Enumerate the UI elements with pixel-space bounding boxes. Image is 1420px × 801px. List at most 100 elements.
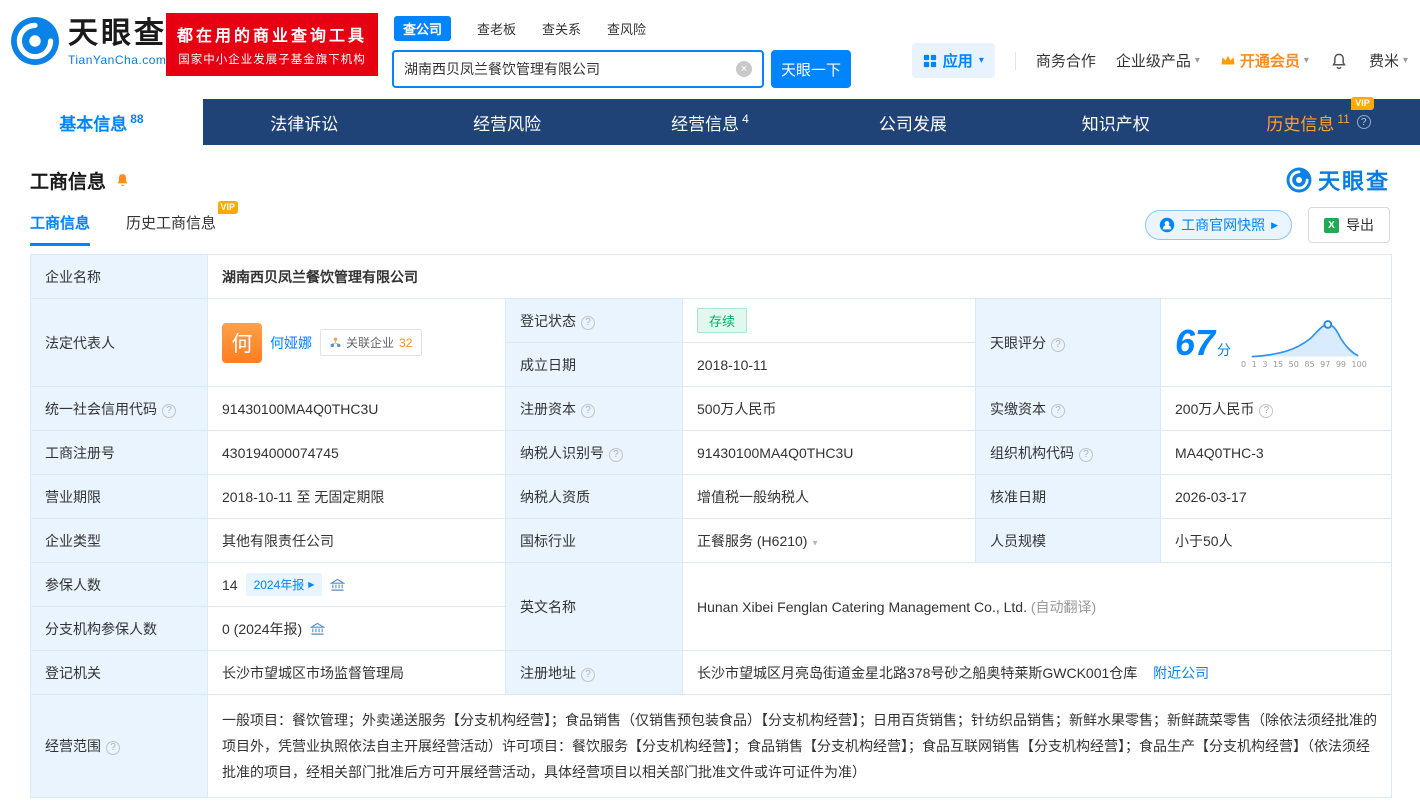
tab-intellectual-property[interactable]: 知识产权: [1014, 99, 1217, 145]
table-row: 营业期限 2018-10-11 至 无固定期限 纳税人资质 增值税一般纳税人 核…: [30, 474, 1392, 519]
official-snapshot-button[interactable]: 工商官网快照 ▶: [1145, 210, 1292, 240]
table-row: 统一社会信用代码? 91430100MA4Q0THC3U 注册资本? 500万人…: [30, 386, 1392, 431]
caret-down-icon: ▾: [978, 55, 984, 66]
crown-icon: [1221, 55, 1235, 65]
menu-open-vip[interactable]: 开通会员 ▾: [1220, 50, 1309, 71]
tab-business-info[interactable]: 经营信息 4: [609, 99, 812, 145]
approve-date-value: 2026-03-17: [1160, 474, 1392, 519]
reg-address-value: 长沙市望城区月亮岛街道金星北路378号砂之船奥特莱斯GWCK001仓库 附近公司: [682, 650, 1392, 695]
legal-rep-avatar[interactable]: 何: [222, 322, 262, 363]
help-icon[interactable]: ?: [162, 403, 176, 418]
tab-basic-info[interactable]: 基本信息 88: [0, 99, 203, 145]
tab-company-development[interactable]: 公司发展: [811, 99, 1014, 145]
caret-down-icon: ▾: [1303, 55, 1309, 66]
nearby-companies-link[interactable]: 附近公司: [1153, 665, 1209, 681]
search-tab-company[interactable]: 查公司: [394, 16, 452, 41]
paid-capital-value: 200万人民币?: [1160, 386, 1392, 431]
annual-report-tag[interactable]: 2024年报 ▶: [245, 573, 323, 596]
help-icon[interactable]: ?: [581, 403, 595, 418]
reg-status-label: 登记状态?: [505, 298, 683, 343]
reg-capital-label: 注册资本?: [505, 386, 683, 431]
legal-rep-cell: 何 何娅娜 关联企业 32: [207, 298, 506, 387]
insured-compare-icon[interactable]: [330, 578, 346, 592]
score-cell: 67 分 0 1 3 15 50 85 97 99 100: [1160, 298, 1392, 387]
legal-rep-label: 法定代表人: [30, 298, 208, 387]
watermark-logo: 天眼查: [1286, 164, 1390, 196]
org-code-value: MA4Q0THC-3: [1160, 430, 1392, 475]
subscribe-bell-icon[interactable]: [114, 172, 131, 189]
table-row: 法定代表人 何 何娅娜 关联企业 32 登记状态? 存续 天眼评分? 67分: [30, 298, 1392, 387]
search-button[interactable]: 天眼一下: [771, 50, 851, 88]
apps-grid-icon: [923, 54, 936, 67]
help-icon[interactable]: ?: [581, 315, 595, 330]
paid-capital-label: 实缴资本?: [975, 386, 1161, 431]
apps-menu[interactable]: 应用 ▾: [911, 43, 995, 78]
industry-label: 国标行业: [505, 518, 683, 563]
brand-domain: TianYanCha.com: [68, 53, 167, 67]
search-box: ×: [392, 50, 764, 88]
help-icon[interactable]: ?: [1051, 403, 1065, 418]
search-tab-relation[interactable]: 查关系: [542, 19, 581, 38]
score-axis-labels: 0 1 3 15 50 85 97 99 100: [1241, 360, 1367, 369]
insured-compare-icon[interactable]: [310, 622, 326, 636]
taxpayer-quality-value: 增值税一般纳税人: [682, 474, 976, 519]
table-row: 参保人数 14 2024年报 ▶ 英文名称 Hunan Xibei Fengla…: [30, 562, 1392, 651]
user-menu[interactable]: 费米 ▾: [1369, 50, 1408, 71]
table-row: 经营范围? 一般项目：餐饮管理；外卖递送服务【分支机构经营】；食品销售（仅销售预…: [30, 694, 1392, 798]
org-chart-icon: [330, 337, 341, 348]
vip-badge: VIP: [217, 201, 239, 214]
tianyancha-logo-icon: [1286, 167, 1312, 193]
help-icon[interactable]: ?: [106, 741, 120, 755]
tianyancha-logo[interactable]: 天眼查 TianYanCha.com: [10, 16, 167, 67]
staff-size-value: 小于50人: [1160, 518, 1392, 563]
reg-status-value: 存续: [682, 298, 976, 343]
reg-capital-value: 500万人民币: [682, 386, 976, 431]
business-term-label: 营业期限: [30, 474, 208, 519]
badge-person-icon: [1159, 217, 1175, 233]
business-info-table: 企业名称 湖南西贝凤兰餐饮管理有限公司 法定代表人 何 何娅娜 关联企业 32 …: [30, 254, 1392, 798]
legal-rep-name-link[interactable]: 何娅娜: [270, 333, 312, 353]
taxpayer-id-label: 纳税人识别号?: [505, 430, 683, 475]
tab-business-risk[interactable]: 经营风险: [406, 99, 609, 145]
english-name-value: Hunan Xibei Fenglan Catering Management …: [682, 562, 1392, 651]
credit-code-value: 91430100MA4Q0THC3U: [207, 386, 506, 431]
arrow-right-icon: ▶: [308, 580, 315, 589]
reg-address-label: 注册地址?: [505, 650, 683, 695]
menu-divider: [1014, 51, 1016, 70]
tab-legal-proceedings[interactable]: 法律诉讼: [203, 99, 406, 145]
top-menu: 应用 ▾ 商务合作 企业级产品 ▾ 开通会员 ▾ 费米 ▾: [911, 43, 1408, 78]
notification-bell-icon[interactable]: [1329, 51, 1349, 71]
score-curve-chart: 0 1 3 15 50 85 97 99 100: [1241, 316, 1369, 369]
search-tab-boss[interactable]: 查老板: [477, 19, 516, 38]
search-tabs: 查公司 查老板 查关系 查风险: [394, 16, 851, 41]
related-companies-tag[interactable]: 关联企业 32: [320, 329, 423, 356]
reg-authority-label: 登记机关: [30, 650, 208, 695]
search-tab-risk[interactable]: 查风险: [607, 19, 646, 38]
org-code-label: 组织机构代码?: [975, 430, 1161, 475]
excel-icon: X: [1324, 217, 1339, 233]
industry-value[interactable]: 正餐服务 (H6210) ▾: [682, 518, 976, 563]
branch-insured-label: 分支机构参保人数: [30, 606, 208, 651]
help-icon[interactable]: ?: [581, 667, 595, 682]
section-title: 工商信息: [30, 171, 107, 193]
menu-business-cooperation[interactable]: 商务合作: [1036, 50, 1096, 71]
score-value: 67: [1175, 321, 1216, 363]
subtab-history-business-info[interactable]: 历史工商信息 VIP: [126, 201, 239, 246]
search-input[interactable]: [404, 61, 736, 77]
help-icon[interactable]: ?: [609, 447, 623, 462]
insured-count-label: 参保人数: [30, 562, 208, 607]
subtab-business-info[interactable]: 工商信息: [30, 212, 91, 246]
english-name-label: 英文名称: [505, 562, 683, 651]
help-icon[interactable]: ?: [1356, 115, 1371, 129]
taxpayer-id-value: 91430100MA4Q0THC3U: [682, 430, 976, 475]
clear-search-icon[interactable]: ×: [736, 61, 752, 77]
business-scope-label: 经营范围?: [30, 694, 208, 798]
reg-authority-value: 长沙市望城区市场监督管理局: [207, 650, 506, 695]
export-button[interactable]: X 导出: [1308, 207, 1390, 243]
help-icon[interactable]: ?: [1079, 447, 1093, 462]
help-icon[interactable]: ?: [1259, 403, 1274, 418]
brand-name: 天眼查: [68, 17, 167, 50]
help-icon[interactable]: ?: [1051, 337, 1065, 352]
tab-history-info[interactable]: 历史信息 11 VIP ?: [1217, 96, 1420, 145]
menu-enterprise-products[interactable]: 企业级产品 ▾: [1116, 50, 1200, 71]
